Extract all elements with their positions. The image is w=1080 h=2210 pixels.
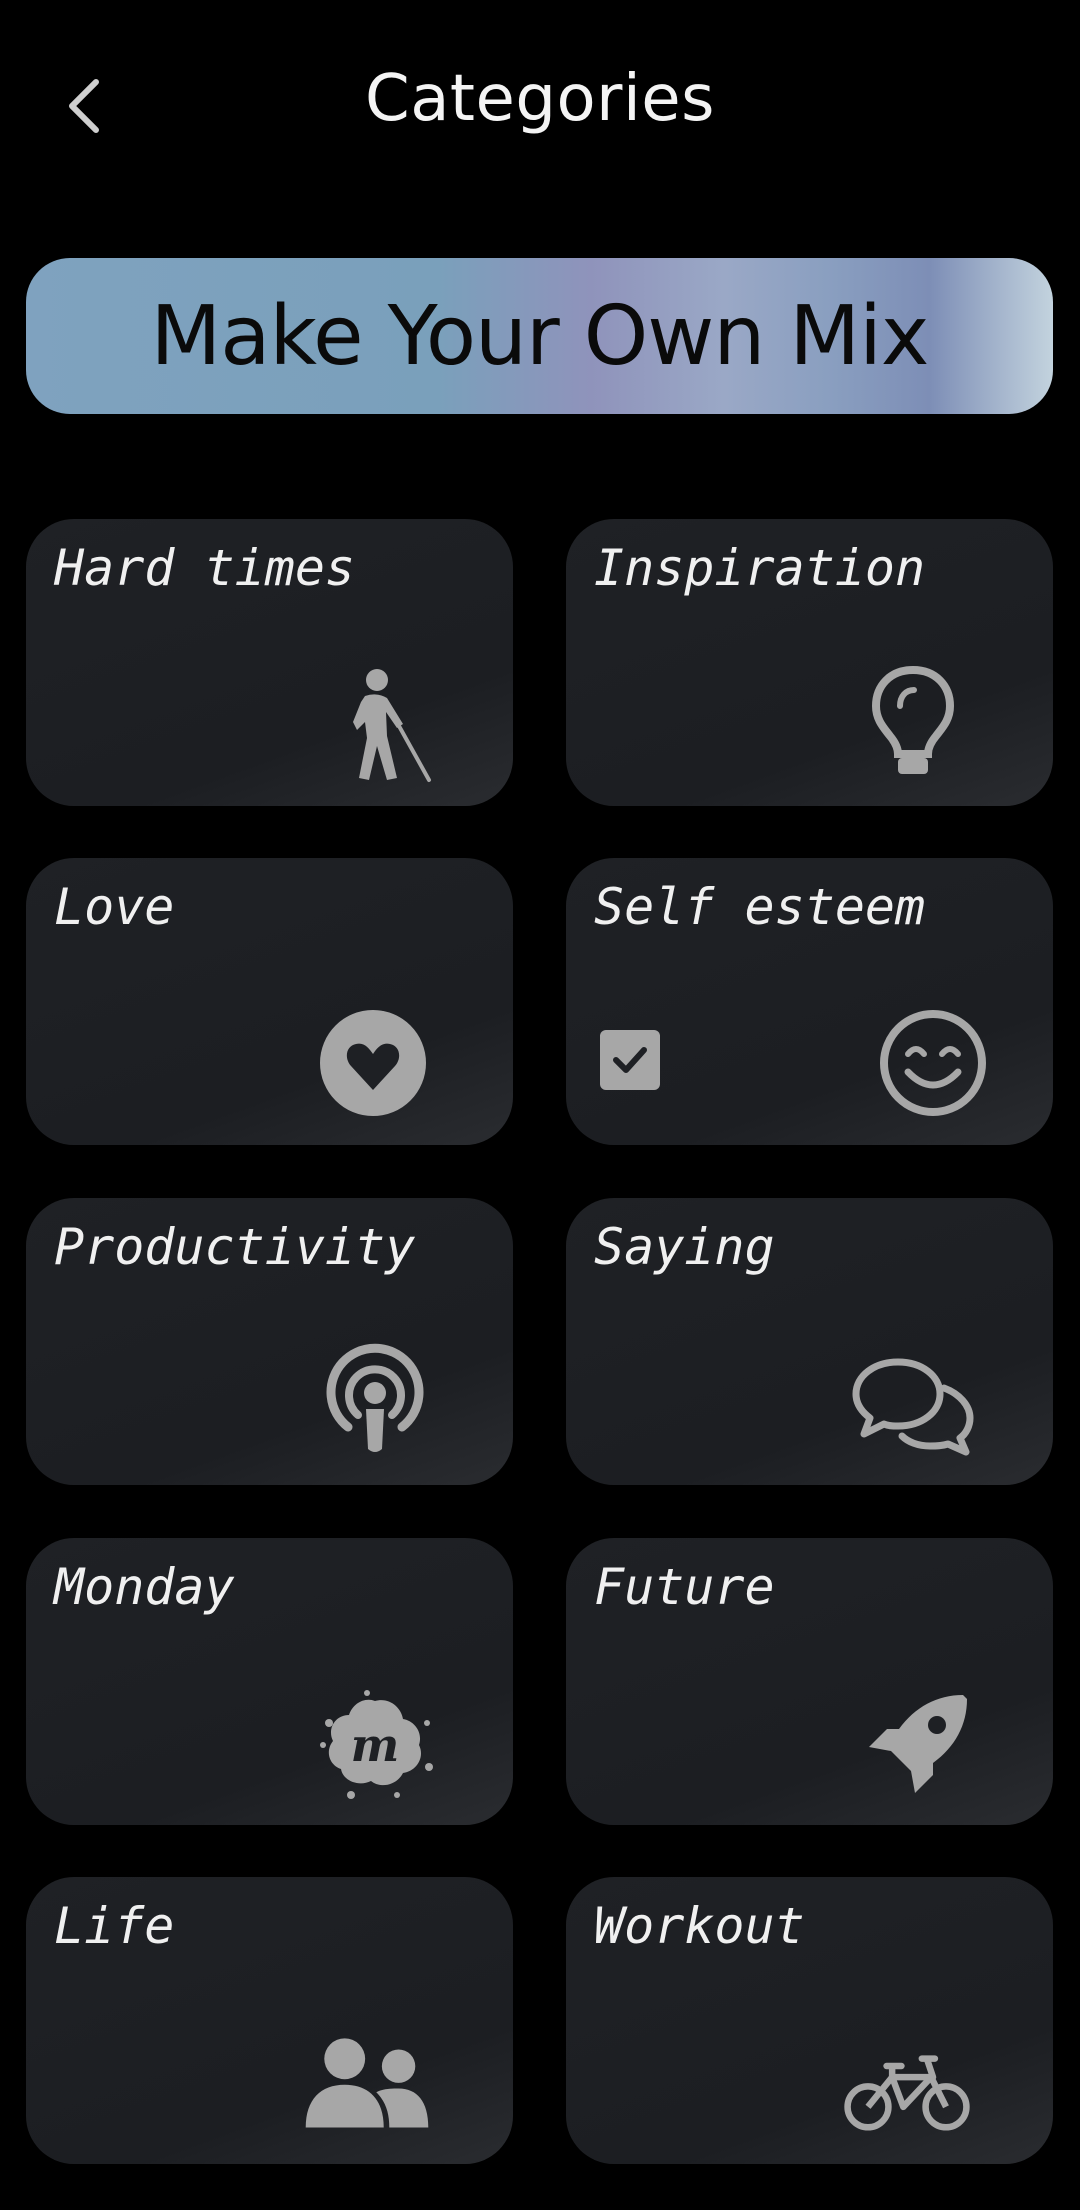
category-card-saying[interactable]: Saying [566,1198,1053,1485]
make-your-own-mix-label: Make Your Own Mix [150,288,930,384]
category-card-workout[interactable]: Workout [566,1877,1053,2164]
podcast-icon [310,1336,440,1466]
heart-circle-icon [308,998,438,1128]
category-title: Workout [594,1897,805,1955]
category-card-self-esteem[interactable]: Self esteem [566,858,1053,1145]
category-title: Hard times [54,539,356,597]
bicycle-icon [842,2027,972,2157]
category-card-future[interactable]: Future [566,1538,1053,1825]
category-card-productivity[interactable]: Productivity [26,1198,513,1485]
lightbulb-icon [848,657,978,787]
category-card-inspiration[interactable]: Inspiration [566,519,1053,806]
category-card-hard-times[interactable]: Hard times [26,519,513,806]
category-card-monday[interactable]: Monday m [26,1538,513,1825]
rocket-icon [852,1680,982,1810]
category-title: Productivity [54,1218,416,1276]
blind-person-icon [321,661,451,791]
users-icon [302,2017,432,2147]
category-title: Self esteem [594,878,926,936]
smile-icon [868,998,998,1128]
category-checkbox[interactable] [600,1030,660,1090]
header: Categories [0,0,1080,210]
svg-text:m: m [351,1718,400,1772]
category-card-life[interactable]: Life [26,1877,513,2164]
category-title: Future [594,1558,775,1616]
category-title: Monday [54,1558,235,1616]
make-your-own-mix-button[interactable]: Make Your Own Mix [26,258,1053,414]
checkmark-icon [613,1047,647,1073]
category-card-love[interactable]: Love [26,858,513,1145]
page-title: Categories [365,62,715,136]
category-title: Saying [594,1218,775,1276]
meetup-icon: m [310,1678,440,1808]
categories-screen: Categories Make Your Own Mix Hard times … [0,0,1080,2210]
category-title: Life [54,1897,175,1955]
category-title: Inspiration [594,539,926,597]
category-title: Love [54,878,175,936]
speech-bubbles-icon [848,1340,978,1470]
